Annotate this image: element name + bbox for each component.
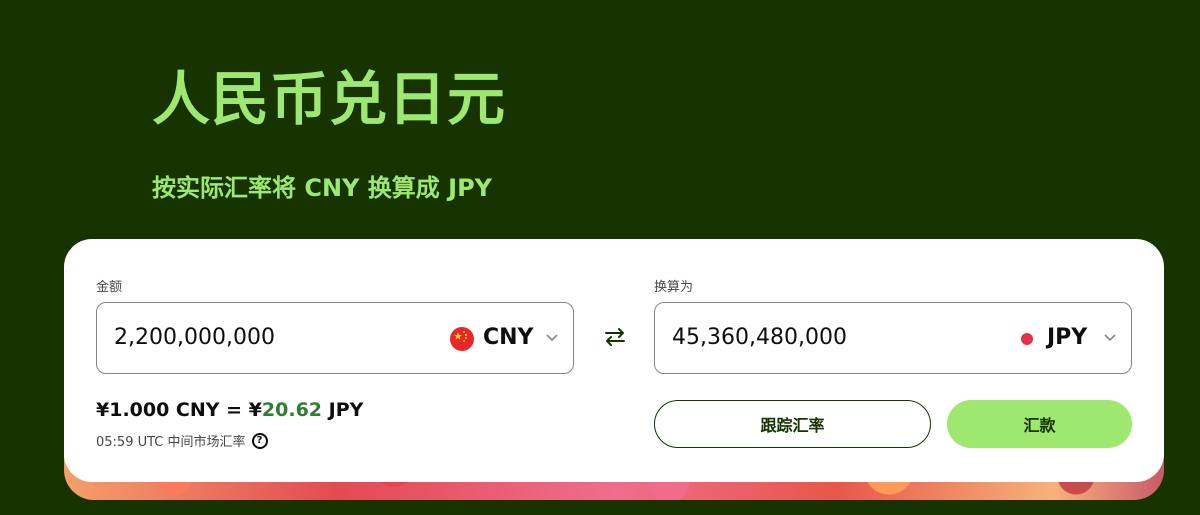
- china-flag-icon: [450, 327, 474, 355]
- converter-card: 金额 2,200,000,000 CNY 换算为 45,360,480,000 …: [64, 239, 1164, 482]
- japan-flag-icon: [1019, 331, 1035, 351]
- amount-label: 金额: [96, 280, 123, 295]
- page-title: 人民币兑日元: [152, 65, 507, 133]
- exchange-rate: ¥1.000 CNY = ¥20.62 JPY: [96, 399, 363, 421]
- swap-arrows-icon[interactable]: [602, 324, 628, 350]
- chevron-down-icon[interactable]: [1103, 329, 1117, 343]
- hero: 人民币兑日元 按实际汇率将 CNY 换算成 JPY 金额 2,200,000,0…: [0, 0, 1200, 515]
- send-money-button[interactable]: 汇款: [947, 400, 1132, 448]
- rate-timestamp: 05:59 UTC 中间市场汇率: [96, 435, 246, 450]
- rate-suffix: JPY: [322, 399, 364, 421]
- rate-prefix: ¥1.000 CNY = ¥: [96, 399, 262, 421]
- rate-meta: 05:59 UTC 中间市场汇率 ?: [96, 431, 268, 450]
- track-rate-button[interactable]: 跟踪汇率: [654, 400, 931, 448]
- converted-label: 换算为: [654, 280, 694, 295]
- converted-field[interactable]: 45,360,480,000 JPY: [654, 302, 1132, 374]
- rate-value: 20.62: [261, 399, 323, 421]
- converted-input[interactable]: 45,360,480,000: [672, 325, 847, 350]
- converted-currency-code[interactable]: JPY: [1047, 325, 1087, 350]
- help-icon[interactable]: ?: [251, 432, 268, 449]
- page-subtitle: 按实际汇率将 CNY 换算成 JPY: [152, 174, 493, 202]
- amount-input[interactable]: 2,200,000,000: [114, 325, 275, 350]
- chevron-down-icon[interactable]: [545, 329, 559, 343]
- amount-currency-code[interactable]: CNY: [483, 325, 534, 350]
- amount-field[interactable]: 2,200,000,000 CNY: [96, 302, 574, 374]
